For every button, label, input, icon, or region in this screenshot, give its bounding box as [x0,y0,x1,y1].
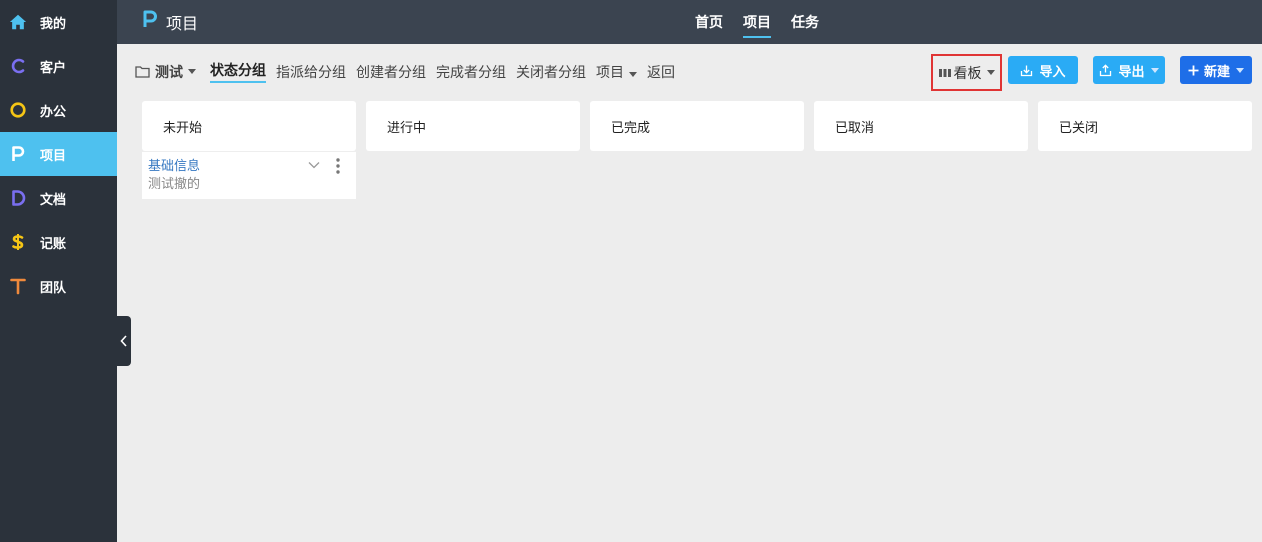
kanban-column-closed: 已关闭 [1038,101,1252,199]
group-by-closer[interactable]: 关闭者分组 [516,62,586,82]
sidebar-item-team[interactable]: 团队 [0,264,117,308]
sidebar-item-label: 项目 [40,148,67,164]
export-icon [1100,63,1112,76]
kanban-board: 未开始 基础信息 测试撤的 进行中 已完成 已取消 已关闭 [142,101,1252,199]
top-nav: 首页 项目 任务 [695,0,839,44]
chevron-left-icon [120,335,127,347]
chevron-down-icon [188,69,196,74]
new-button[interactable]: 新建 [1180,56,1252,84]
new-label: 新建 [1203,64,1230,80]
toolbar: 测试 状态分组 指派给分组 创建者分组 完成者分组 关闭者分组 项目 返回 看板… [117,44,1262,94]
import-button[interactable]: 导入 [1008,56,1078,84]
group-by-creator[interactable]: 创建者分组 [356,62,426,82]
back-link[interactable]: 返回 [647,62,675,82]
chevron-down-icon [1236,67,1244,73]
o-letter-icon [9,101,27,119]
tab-home[interactable]: 首页 [695,0,723,44]
dollar-icon [9,233,27,251]
top-bar: 项目 首页 项目 任务 [117,0,1262,44]
plus-icon [1188,65,1199,75]
sidebar-item-label: 团队 [40,280,67,296]
sidebar-item-docs[interactable]: 文档 [0,176,117,220]
card-subtitle: 测试撤的 [148,177,201,192]
sidebar-item-label: 我的 [40,16,67,32]
sidebar-item-label: 记账 [40,236,67,252]
app-title: 项目 [142,0,198,44]
kanban-column-not-started: 未开始 基础信息 测试撤的 [142,101,356,199]
sidebar-collapse-button[interactable] [117,316,131,366]
more-vertical-icon[interactable] [333,157,343,175]
sidebar-item-projects[interactable]: 项目 [0,132,117,176]
group-by-finisher[interactable]: 完成者分组 [436,62,506,82]
kanban-column-in-progress: 进行中 [366,101,580,199]
sidebar-item-accounting[interactable]: 记账 [0,220,117,264]
project-dropdown[interactable]: 项目 [596,62,637,82]
group-by-status[interactable]: 状态分组 [210,60,266,83]
kanban-column-cancelled: 已取消 [814,101,1028,199]
column-header: 已关闭 [1038,101,1252,151]
t-letter-icon [9,277,27,295]
sidebar: 我的 客户 办公 项目 文档 记账 团队 [0,0,117,542]
import-icon [1021,65,1033,76]
breadcrumb-label: 测试 [155,64,183,81]
tab-tasks[interactable]: 任务 [791,0,819,44]
export-button[interactable]: 导出 [1093,56,1165,84]
sidebar-item-mine[interactable]: 我的 [0,0,117,44]
c-letter-icon [9,57,27,75]
d-letter-icon [9,189,27,207]
chevron-down-icon[interactable] [307,158,321,172]
column-header: 已完成 [590,101,804,151]
column-header: 未开始 [142,101,356,151]
sidebar-item-label: 客户 [40,60,67,76]
task-card[interactable]: 基础信息 测试撤的 [142,151,356,199]
home-icon [9,13,27,31]
sidebar-item-customers[interactable]: 客户 [0,44,117,88]
chevron-down-icon [629,71,637,77]
kanban-icon [938,68,951,77]
sidebar-item-label: 办公 [40,104,67,120]
column-header: 进行中 [366,101,580,151]
chevron-down-icon [986,70,995,75]
project-logo-icon [142,10,158,34]
group-filter-bar: 测试 状态分组 指派给分组 创建者分组 完成者分组 关闭者分组 项目 返回 [135,60,685,83]
column-header: 已取消 [814,101,1028,151]
p-letter-icon [9,145,27,163]
chevron-down-icon [1150,67,1159,73]
page-title: 项目 [166,14,199,33]
project-dropdown-label: 项目 [596,64,624,81]
kanban-column-done: 已完成 [590,101,804,199]
sidebar-item-label: 文档 [40,192,67,208]
sidebar-item-office[interactable]: 办公 [0,88,117,132]
import-label: 导入 [1039,64,1066,80]
breadcrumb[interactable]: 测试 [135,62,196,82]
view-switch-button[interactable]: 看板 [931,54,1002,91]
folder-icon [135,66,150,78]
view-switch-label: 看板 [953,65,982,82]
tab-projects[interactable]: 项目 [743,0,771,44]
group-by-assignee[interactable]: 指派给分组 [276,62,346,82]
export-label: 导出 [1118,64,1145,80]
